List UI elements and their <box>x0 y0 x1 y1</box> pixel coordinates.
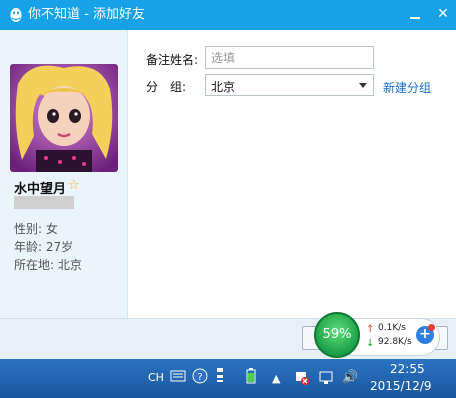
title-bar[interactable]: 你不知道 - 添加好友 ✕ <box>0 0 456 30</box>
clock-time[interactable]: 22:55 <box>390 362 425 376</box>
ime-indicator[interactable]: CH <box>148 371 164 384</box>
network-icon[interactable] <box>318 370 334 386</box>
location-row: 所在地: 北京 <box>14 256 82 273</box>
age-value: 27岁 <box>45 240 74 254</box>
dropdown-arrow-icon <box>359 83 367 88</box>
age-label: 年龄: <box>14 240 43 254</box>
help-icon[interactable]: ? <box>192 368 208 384</box>
upload-arrow-icon: ↑ <box>366 324 375 335</box>
qq-penguin-icon <box>10 8 22 22</box>
remark-input[interactable] <box>206 47 373 68</box>
minimize-icon <box>410 17 420 19</box>
gender-value: 女 <box>45 222 58 236</box>
avatar-image <box>10 64 118 172</box>
nickname: 水中望月 <box>14 182 67 197</box>
show-hidden-icons-icon[interactable]: ▲ <box>272 372 280 385</box>
group-value: 北京 <box>211 80 236 94</box>
group-label: 分 组: <box>146 80 187 94</box>
download-arrow-icon: ↓ <box>366 338 375 349</box>
age-row: 年龄: 27岁 <box>14 238 73 255</box>
gender-row: 性别: 女 <box>14 220 58 237</box>
close-icon: ✕ <box>437 6 449 22</box>
clock-date[interactable]: 2015/12/9 <box>370 379 432 393</box>
ime-settings-icon[interactable] <box>214 366 226 384</box>
location-label: 所在地: <box>14 258 55 272</box>
group-select[interactable]: 北京 <box>205 74 374 96</box>
location-value: 北京 <box>57 258 82 272</box>
remark-field[interactable] <box>205 46 374 69</box>
remark-label: 备注姓名: <box>146 53 199 67</box>
gender-label: 性别: <box>14 222 43 236</box>
new-group-link[interactable]: 新建分组 <box>383 79 431 96</box>
svg-text:?: ? <box>197 372 202 383</box>
star-icon: ☆ <box>68 178 80 193</box>
redacted-id <box>14 196 74 209</box>
download-speed: 92.8K/s <box>378 337 412 347</box>
network-monitor[interactable]: 59% ↑ 0.1K/s ↓ 92.8K/s + <box>314 312 440 358</box>
close-button[interactable]: ✕ <box>430 2 456 26</box>
avatar[interactable] <box>10 64 118 172</box>
volume-icon[interactable]: 🔊 <box>342 370 358 385</box>
minimize-button[interactable] <box>402 2 428 26</box>
notification-dot <box>428 324 435 331</box>
upload-speed: 0.1K/s <box>378 323 406 333</box>
window-title: 你不知道 - 添加好友 <box>28 7 145 22</box>
profile-panel: 水中望月 ☆ 性别: 女 年龄: 27岁 所在地: 北京 <box>0 30 128 318</box>
battery-icon[interactable] <box>246 368 256 384</box>
keyboard-icon[interactable] <box>170 369 186 383</box>
add-friend-window: 你不知道 - 添加好友 ✕ 水中望月 ☆ 性别: 女 年龄: 27岁 所在地: … <box>0 0 456 359</box>
network-error-icon[interactable] <box>294 370 310 386</box>
cpu-usage-ball[interactable]: 59% <box>314 312 360 358</box>
